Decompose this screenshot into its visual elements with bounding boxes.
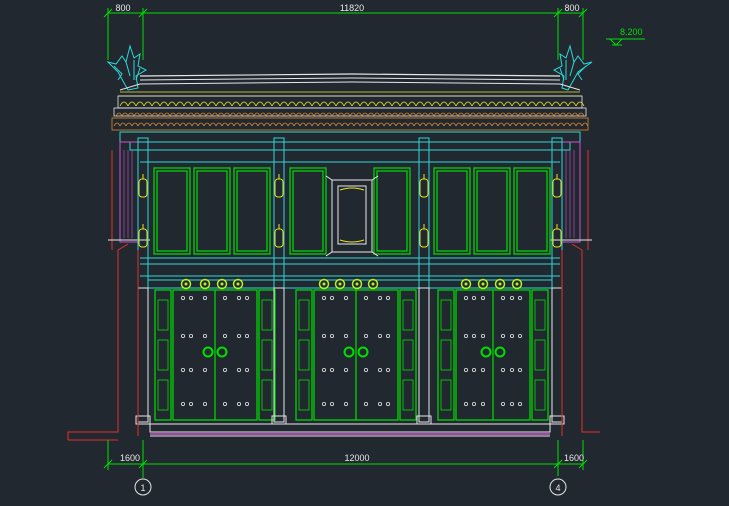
lintel-rosettes xyxy=(180,278,523,290)
columns xyxy=(137,137,563,289)
lower-facade xyxy=(135,278,565,435)
window-panels xyxy=(153,167,551,255)
axis-bubble-4: 4 xyxy=(549,478,567,496)
left-ridge-ornament xyxy=(106,44,148,91)
dim-right-top: 800 xyxy=(564,3,579,13)
dim-center-bottom: 12000 xyxy=(344,453,369,463)
dim-left-top: 800 xyxy=(115,3,130,13)
top-dimensions xyxy=(103,8,588,60)
elevation-label: 8.200 xyxy=(620,27,643,37)
center-plaque xyxy=(325,175,379,257)
elevation-drawing: 800 11820 800 8.200 1600 12000 1600 1 4 xyxy=(67,3,645,496)
dim-center-top: 11820 xyxy=(340,3,364,13)
dim-left-bottom: 1600 xyxy=(120,453,140,463)
axis-bubble-1: 1 xyxy=(134,478,152,496)
dim-right-bottom: 1600 xyxy=(564,453,584,463)
elevation-marker xyxy=(606,38,645,46)
doors xyxy=(135,287,565,425)
upper-facade xyxy=(108,131,592,289)
axis-label-1: 1 xyxy=(140,483,145,493)
axis-label-4: 4 xyxy=(555,483,560,493)
cad-viewport[interactable]: 800 11820 800 8.200 1600 12000 1600 1 4 xyxy=(0,0,729,501)
right-ridge-ornament xyxy=(552,44,593,91)
roof xyxy=(106,44,593,131)
